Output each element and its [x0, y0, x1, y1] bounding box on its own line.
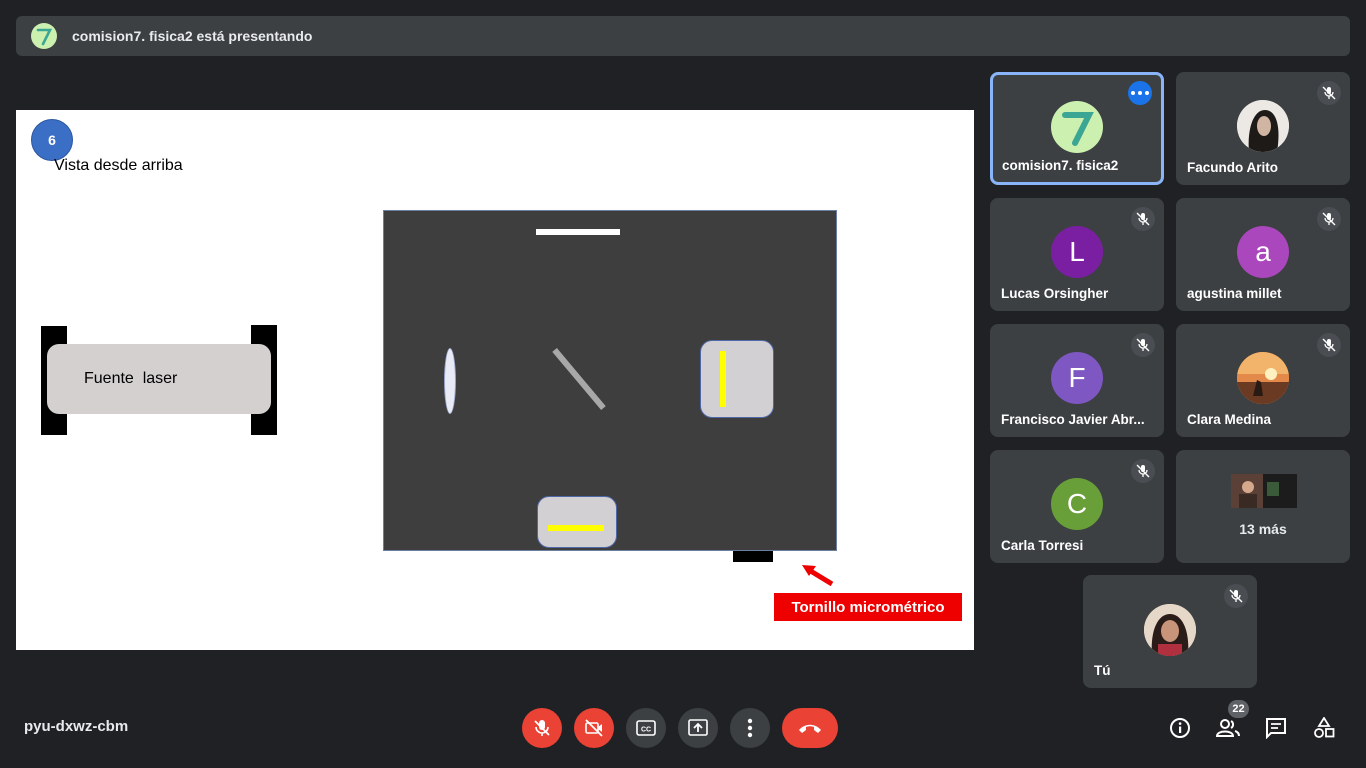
avatar: C [1051, 478, 1103, 530]
leave-call-button[interactable] [782, 708, 838, 748]
camera-off-icon [585, 719, 603, 737]
right-mirror-mount [700, 340, 774, 418]
laser-source: Fuente laser [47, 344, 271, 414]
meeting-info-button[interactable] [1166, 714, 1194, 742]
mic-off-icon [1317, 207, 1341, 231]
present-icon [688, 719, 708, 736]
participant-name: Lucas Orsingher [1001, 286, 1109, 301]
right-mirror [720, 351, 726, 407]
chat-icon [1266, 718, 1286, 739]
more-options-icon[interactable] [1128, 81, 1152, 105]
bottom-mirror [548, 525, 604, 531]
participant-tile-comision7[interactable]: comision7. fisica2 [990, 72, 1164, 185]
participant-tile-lucas[interactable]: L Lucas Orsingher [990, 198, 1164, 311]
presenter-avatar [31, 23, 57, 49]
laser-label: Fuente laser [84, 370, 178, 387]
people-button[interactable] [1214, 714, 1242, 742]
mic-off-icon [1131, 459, 1155, 483]
participant-tile-agustina[interactable]: a agustina millet [1176, 198, 1350, 311]
bottom-mirror-mount [537, 496, 617, 548]
more-options-button[interactable] [730, 708, 770, 748]
participant-tile-carla[interactable]: C Carla Torresi [990, 450, 1164, 563]
activities-button[interactable] [1310, 714, 1338, 742]
optical-table [383, 210, 837, 551]
participant-tile-more[interactable]: 13 más [1176, 450, 1350, 563]
participant-tile-self[interactable]: Tú [1083, 575, 1257, 688]
participant-tile-facundo[interactable]: Facundo Arito [1176, 72, 1350, 185]
avatar: F [1051, 352, 1103, 404]
present-now-button[interactable] [678, 708, 718, 748]
participant-name: agustina millet [1187, 286, 1282, 301]
lens [444, 348, 456, 414]
beam-splitter [552, 347, 606, 411]
svg-text:CC: CC [641, 727, 651, 734]
chat-button[interactable] [1262, 714, 1290, 742]
participant-name: Tú [1094, 663, 1111, 678]
mic-off-icon [534, 720, 550, 736]
person-photo-icon [1144, 604, 1196, 656]
mic-off-icon [1131, 333, 1155, 357]
more-participants-label: 13 más [1239, 521, 1287, 537]
avatar: L [1051, 226, 1103, 278]
sunset-photo-icon [1237, 352, 1289, 404]
mic-off-icon [1131, 207, 1155, 231]
participant-name: comision7. fisica2 [1002, 158, 1119, 173]
avatar [1237, 100, 1289, 152]
participant-count-badge: 22 [1228, 700, 1249, 718]
mini-avatar [1231, 474, 1265, 508]
mini-avatar [1263, 474, 1297, 508]
avatar [1237, 352, 1289, 404]
participant-tile-clara[interactable]: Clara Medina [1176, 324, 1350, 437]
info-icon [1170, 718, 1190, 738]
activities-icon [1314, 717, 1335, 738]
presenting-text: comision7. fisica2 está presentando [72, 28, 313, 44]
slide-number: 6 [31, 119, 73, 161]
avatar: a [1237, 226, 1289, 278]
hang-up-icon [799, 724, 821, 733]
mic-toggle-button[interactable] [522, 708, 562, 748]
red-arrow-icon [802, 565, 834, 586]
micrometer-screw [733, 551, 773, 562]
participant-name: Carla Torresi [1001, 538, 1084, 553]
captions-icon: CC [636, 720, 656, 736]
avatar [1051, 101, 1103, 153]
camera-toggle-button[interactable] [574, 708, 614, 748]
participant-name: Francisco Javier Abr... [1001, 412, 1145, 427]
meeting-code: pyu-dxwz-cbm [24, 718, 129, 735]
seven-avatar-icon [36, 28, 53, 46]
person-photo-icon [1237, 100, 1289, 152]
mic-off-icon [1317, 333, 1341, 357]
avatar [1144, 604, 1196, 656]
presentation-slide: 6 Vista desde arriba Fuente laser Tornil… [16, 110, 974, 650]
participant-name: Clara Medina [1187, 412, 1272, 427]
participant-tile-francisco[interactable]: F Francisco Javier Abr... [990, 324, 1164, 437]
people-icon [1216, 719, 1240, 737]
slide-subtitle: Vista desde arriba [54, 157, 183, 174]
mic-off-icon [1317, 81, 1341, 105]
participant-name: Facundo Arito [1187, 160, 1278, 175]
captions-button[interactable]: CC [626, 708, 666, 748]
screw-label: Tornillo micrométrico [774, 593, 962, 621]
more-vert-icon [747, 718, 753, 738]
presenting-banner: comision7. fisica2 está presentando [16, 16, 1350, 56]
top-mirror [536, 229, 620, 235]
seven-avatar-icon [1062, 112, 1094, 146]
mic-off-icon [1224, 584, 1248, 608]
